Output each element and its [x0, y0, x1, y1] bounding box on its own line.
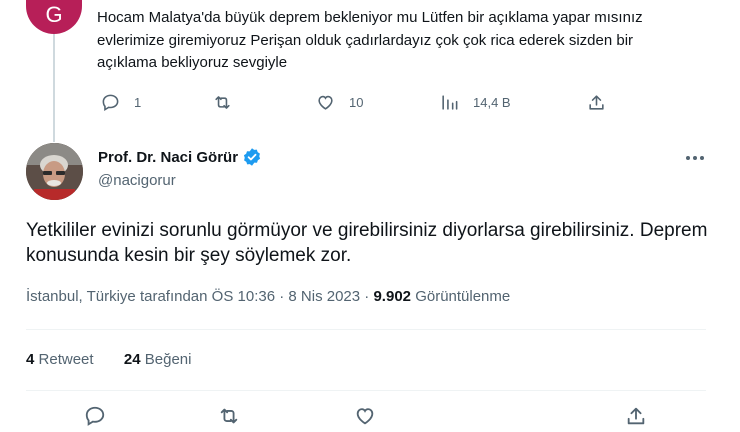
author-name-row[interactable]: Prof. Dr. Naci Görür [98, 147, 262, 167]
comment-icon [85, 406, 105, 426]
retweet-icon [215, 96, 230, 109]
comment-icon [102, 94, 119, 112]
views-count: 14,4 B [473, 95, 511, 110]
tweet-date[interactable]: 8 Nis 2023 [288, 288, 360, 305]
tweet-time[interactable]: ÖS 10:36 [212, 288, 275, 305]
thread-connector-line [53, 34, 55, 142]
heart-icon [356, 408, 374, 425]
tweet-metadata: İstanbul, Türkiye tarafından ÖS 10:36 · … [26, 288, 510, 305]
bottom-share-button[interactable] [625, 405, 647, 427]
like-count: 10 [349, 95, 364, 110]
likes-label: Beğeni [144, 351, 192, 368]
share-button[interactable] [587, 93, 606, 112]
reply-tweet-text: Hocam Malatya'da büyük deprem bekleniyor… [97, 9, 643, 71]
bottom-reply-button[interactable] [84, 405, 106, 427]
more-options-button[interactable] [684, 148, 706, 168]
more-icon [686, 156, 704, 160]
analytics-icon [442, 95, 458, 110]
retweets-stat[interactable]: 4 Retweet [26, 351, 94, 368]
author-avatar[interactable] [26, 143, 83, 200]
views-label: Görüntülenme [415, 288, 511, 305]
author-handle[interactable]: @nacigorur [98, 172, 176, 189]
divider-2 [26, 390, 706, 391]
tweet-location: İstanbul, Türkiye tarafından [26, 288, 208, 305]
views-number: 9.902 [373, 288, 412, 305]
meta-separator: · [279, 288, 285, 305]
tweet-stats: 4 Retweet 24 Beğeni [26, 351, 191, 368]
reply-count: 1 [134, 95, 142, 110]
retweet-button[interactable] [213, 93, 246, 112]
views-button[interactable]: 14,4 B [440, 93, 511, 112]
tweet-text: Yetkililer evinizi sorunlu görmüyor ve g… [26, 220, 708, 266]
share-icon [589, 95, 604, 110]
author-photo [26, 143, 83, 200]
bottom-retweet-button[interactable] [218, 405, 240, 427]
author-name: Prof. Dr. Naci Görür [98, 148, 239, 166]
like-button[interactable]: 10 [316, 93, 363, 112]
reply-author-avatar[interactable]: G [26, 0, 82, 34]
share-icon [627, 407, 645, 425]
likes-number: 24 [123, 351, 141, 368]
reply-button[interactable]: 1 [101, 93, 141, 112]
divider [26, 329, 706, 330]
avatar-letter: G [45, 2, 63, 27]
retweets-number: 4 [26, 351, 35, 368]
heart-icon [318, 95, 333, 110]
meta-separator-2: · [364, 288, 370, 305]
verified-badge-icon [243, 148, 261, 166]
retweet-icon [220, 408, 238, 424]
bottom-like-button[interactable] [354, 405, 376, 427]
retweets-label: Retweet [38, 351, 94, 368]
likes-stat[interactable]: 24 Beğeni [124, 351, 192, 368]
